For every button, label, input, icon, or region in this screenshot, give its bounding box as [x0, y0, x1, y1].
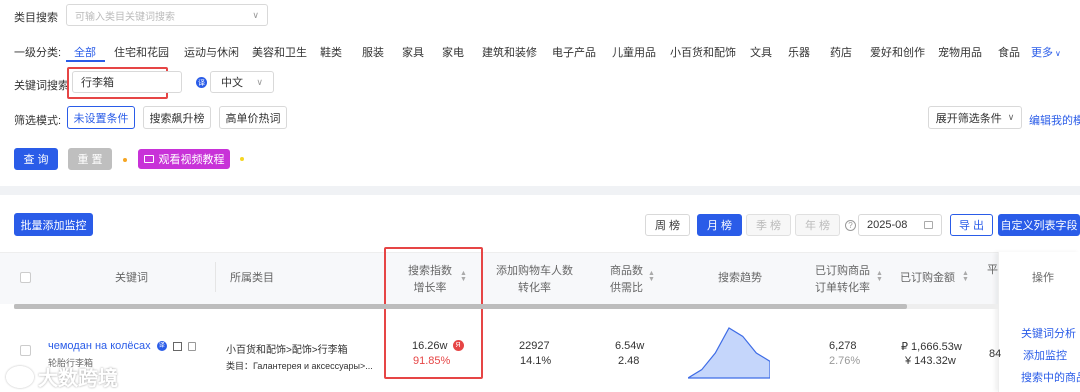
category-item[interactable]: 药店: [830, 44, 852, 60]
category-item[interactable]: 电子产品: [552, 44, 596, 60]
row-checkbox[interactable]: [20, 345, 31, 356]
mode-surge-button[interactable]: 搜索飙升榜: [143, 106, 211, 129]
brand-logo-icon: [6, 365, 34, 388]
more-categories-link[interactable]: 更多 ∨: [1031, 44, 1061, 60]
select-all-checkbox[interactable]: [20, 272, 31, 283]
language-select[interactable]: 中文 ∨: [210, 71, 274, 93]
search-goods-link[interactable]: 搜索中的商品: [1021, 369, 1080, 385]
category-item[interactable]: 家具: [402, 44, 424, 60]
col-goods-ratio[interactable]: 商品数 供需比: [610, 263, 643, 297]
col-order-rate[interactable]: 已订购商品 订单转化率: [815, 263, 870, 297]
cart-count-value: 22927: [519, 340, 550, 352]
mode-high-price-button[interactable]: 高单价热词: [219, 106, 287, 129]
trend-area: [688, 327, 770, 379]
filter-mode-label: 筛选模式:: [14, 115, 62, 127]
amount-cny-value: ¥ 143.32w: [905, 355, 956, 367]
category-item[interactable]: 鞋类: [320, 44, 342, 60]
category-ru: 类目：Галантерея и аксессуары>...: [226, 361, 373, 371]
active-category-underline: [66, 60, 105, 62]
avg-value: 84: [989, 348, 1002, 360]
chevron-down-icon: ∨: [252, 9, 259, 20]
link-icon[interactable]: [187, 341, 196, 351]
trend-sparkline: [688, 327, 770, 379]
sort-icon[interactable]: ▲ ▼: [962, 270, 969, 283]
dot-decoration: [240, 157, 244, 161]
keyword-link[interactable]: чемодан на колёсах: [48, 340, 151, 352]
category-item[interactable]: 文具: [750, 44, 772, 60]
tab-weekly[interactable]: 周 榜: [645, 214, 690, 236]
tab-yearly[interactable]: 年 榜: [795, 214, 840, 236]
sort-icon[interactable]: ▲ ▼: [876, 270, 883, 283]
mode-unset-button[interactable]: 未设置条件: [67, 106, 135, 129]
calendar-icon: [924, 221, 933, 229]
copy-icon[interactable]: [172, 341, 182, 351]
category-item[interactable]: 乐器: [788, 44, 810, 60]
col-divider: [215, 262, 216, 292]
category-item[interactable]: 全部: [74, 44, 96, 60]
level1-label: 一级分类:: [14, 47, 62, 59]
export-button[interactable]: 导 出: [950, 214, 993, 236]
col-actions: 操作: [1032, 272, 1054, 284]
category-item[interactable]: 食品: [998, 44, 1020, 60]
video-tutorial-button[interactable]: 观看视频教程: [138, 149, 230, 169]
horizontal-scrollbar-track[interactable]: [14, 304, 998, 309]
category-item[interactable]: 爱好和创作: [870, 44, 925, 60]
video-icon: [143, 155, 154, 163]
reset-button[interactable]: 重 置: [68, 148, 112, 170]
category-item[interactable]: 宠物用品: [938, 44, 982, 60]
category-item[interactable]: 建筑和装修: [482, 44, 537, 60]
category-item[interactable]: 美容和卫生: [252, 44, 307, 60]
keyword-search-input[interactable]: 行李箱: [72, 71, 182, 93]
edit-template-link[interactable]: 编辑我的模板: [1029, 112, 1080, 128]
sort-icon[interactable]: ▲ ▼: [460, 270, 467, 283]
section-divider: [0, 186, 1080, 195]
sort-icon[interactable]: ▲ ▼: [648, 270, 655, 283]
cart-rate-value: 14.1%: [520, 355, 552, 367]
category-list: 全部 住宅和花园 运动与休闲 美容和卫生 鞋类 服装 家具 家电 建筑和装修 电…: [66, 36, 1076, 62]
order-rate-value: 2.76%: [829, 355, 861, 367]
category-search-label: 类目搜索: [14, 12, 58, 24]
batch-monitor-button[interactable]: 批量添加监控: [14, 213, 93, 236]
custom-fields-button[interactable]: 自定义列表字段: [998, 214, 1080, 236]
date-picker[interactable]: 2025-08: [858, 214, 942, 236]
col-trend: 搜索趋势: [718, 272, 762, 284]
search-index-cell: 16.26w Я: [412, 340, 464, 352]
category-path: 小百货和配饰>配饰>行李箱: [226, 345, 348, 356]
category-item[interactable]: 儿童用品: [612, 44, 656, 60]
chevron-down-icon: ∨: [1007, 112, 1015, 122]
expand-filters-button[interactable]: 展开筛选条件 ∨: [928, 106, 1022, 129]
help-icon[interactable]: ?: [845, 220, 856, 231]
keyword-analysis-link[interactable]: 关键词分析: [1021, 325, 1076, 341]
search-growth-value: 91.85%: [413, 355, 451, 367]
keyword-cell: чемодан на колёсах 译: [48, 340, 196, 352]
col-cart-rate: 添加购物车人数 转化率: [496, 265, 573, 294]
goods-count-value: 6.54w: [615, 340, 645, 352]
col-search-growth[interactable]: 搜索指数 增长率: [408, 263, 452, 297]
query-button[interactable]: 查 询: [14, 148, 58, 170]
add-monitor-link[interactable]: 添加监控: [1023, 347, 1067, 363]
col-keyword: 关键词: [115, 272, 148, 284]
amount-value: ₽ 1,666.53w: [901, 341, 962, 353]
translate-icon: 译: [156, 341, 167, 352]
supply-ratio-value: 2.48: [618, 355, 640, 367]
chevron-down-icon: ∨: [1055, 49, 1061, 58]
col-category: 所属类目: [230, 272, 274, 284]
category-item[interactable]: 小百货和配饰: [670, 44, 736, 60]
category-search-input[interactable]: 可输入类目关键词搜索 ∨: [66, 4, 268, 26]
horizontal-scrollbar-thumb[interactable]: [14, 304, 907, 309]
orders-value: 6,278: [829, 340, 857, 352]
col-order-amount: 已订购金额: [900, 272, 955, 284]
translate-icon: 译: [196, 77, 207, 88]
dot-decoration: [123, 158, 127, 162]
category-item[interactable]: 运动与休闲: [184, 44, 239, 60]
tab-quarterly[interactable]: 季 榜: [746, 214, 791, 236]
category-item[interactable]: 服装: [362, 44, 384, 60]
yandex-icon: Я: [452, 340, 464, 351]
tab-monthly[interactable]: 月 榜: [697, 214, 742, 236]
category-item[interactable]: 家电: [442, 44, 464, 60]
keyword-search-label: 关键词搜索: [14, 80, 69, 92]
watermark: 大数跨境: [6, 362, 118, 391]
category-item[interactable]: 住宅和花园: [114, 44, 169, 60]
chevron-down-icon: ∨: [256, 76, 263, 87]
